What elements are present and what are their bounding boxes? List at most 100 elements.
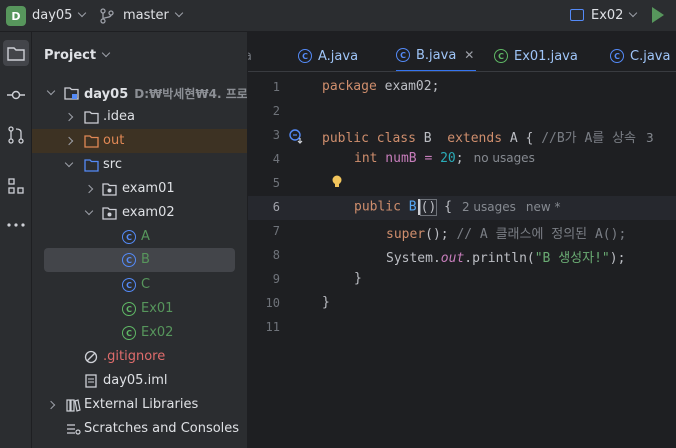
project-panel-header[interactable]: Project [44, 48, 111, 63]
code-line-1: package exam02; [322, 79, 440, 94]
expand-arrow-icon [64, 136, 74, 146]
tab-b-java[interactable]: C B.java ✕ [396, 40, 476, 71]
commit-tool-button[interactable] [3, 82, 29, 108]
line-number: 1 [272, 80, 280, 94]
title-bar: D day05 master Ex02 [0, 0, 676, 32]
tree-item-external-libraries[interactable]: External Libraries [32, 393, 247, 417]
tab-ex01-java[interactable]: C Ex01.java [494, 40, 578, 71]
tab-a-java[interactable]: C A.java [298, 40, 359, 71]
code-line-8: System.out.println("B 생성자!"); [386, 251, 626, 266]
tree-item-label: .idea [103, 109, 135, 124]
line-number: 11 [265, 320, 280, 334]
class-icon: C [298, 49, 312, 63]
commit-icon [7, 90, 25, 100]
tree-item-exam02[interactable]: exam02 [32, 201, 247, 225]
class-icon: C [122, 230, 136, 244]
code-line-6: public B() {2 usages new * [354, 198, 561, 216]
file-icon [85, 374, 97, 388]
runnable-class-icon: C [494, 49, 508, 63]
tree-item-label: B [141, 252, 150, 267]
chevron-down-icon [629, 8, 638, 18]
project-name: day05 [32, 8, 73, 23]
code-editor[interactable]: 1 2 3 4 5 6 7 8 9 10 11 package exam02; … [248, 73, 676, 448]
code-line-3: public class B extends A { //B가 A를 상속 3 [322, 131, 654, 146]
folder-icon [84, 111, 99, 124]
expand-arrow-icon [64, 158, 74, 168]
run-config-icon [570, 9, 584, 21]
tree-item-class-a[interactable]: C A [32, 225, 247, 249]
tree-item-label: out [103, 133, 125, 148]
line-number: 6 [272, 200, 280, 214]
more-tools-button[interactable] [3, 212, 29, 238]
code-line-10: } [322, 295, 330, 310]
run-config-name: Ex02 [591, 8, 624, 23]
class-icon: C [396, 48, 410, 62]
class-icon: C [122, 278, 136, 292]
expand-arrow-icon [64, 112, 74, 122]
branch-name: master [123, 8, 169, 23]
tree-item-out[interactable]: out [32, 129, 247, 153]
ignored-file-icon [84, 350, 98, 364]
pull-requests-tool-button[interactable] [3, 122, 29, 148]
code-line-9: } [354, 271, 362, 286]
line-number: 5 [272, 176, 280, 190]
chevron-down-icon [78, 8, 87, 18]
lightbulb-icon[interactable] [331, 175, 343, 189]
class-icon: C [122, 253, 136, 267]
usages-hint[interactable]: 2 usages [462, 200, 516, 214]
chevron-down-icon [101, 48, 111, 58]
tree-item-exam01[interactable]: exam01 [32, 177, 247, 201]
project-panel: Project day05 D:₩박세현₩4. 프로그 .idea out src… [32, 32, 248, 448]
tree-item-class-ex02[interactable]: C Ex02 [32, 321, 247, 345]
line-number: 9 [272, 272, 280, 286]
line-number: 4 [272, 152, 280, 166]
tab-partial[interactable]: a [248, 40, 252, 71]
tree-item-label: External Libraries [84, 397, 199, 412]
branch-switcher[interactable]: master [123, 8, 184, 23]
tree-item-gitignore[interactable]: .gitignore [32, 345, 247, 369]
tree-item-day05[interactable]: day05 D:₩박세현₩4. 프로그 [32, 81, 247, 105]
folder-icon [7, 47, 25, 61]
tab-label: A.java [318, 48, 359, 64]
usages-hint[interactable]: 3 [646, 131, 654, 145]
author-hint[interactable]: new * [526, 200, 561, 214]
structure-tool-button[interactable] [3, 173, 29, 199]
tab-c-java[interactable]: C C.java [610, 40, 671, 71]
project-switcher[interactable]: day05 [32, 8, 87, 23]
line-number: 3 [272, 128, 280, 142]
tree-item-iml[interactable]: day05.iml [32, 369, 247, 393]
tree-item-src[interactable]: src [32, 153, 247, 177]
line-number: 10 [265, 296, 280, 310]
expand-arrow-icon [46, 86, 56, 96]
tree-item-label: C [141, 277, 151, 292]
code-line-7: super(); // A 클래스에 정의된 A(); [386, 227, 627, 242]
project-badge[interactable]: D [6, 6, 26, 26]
implementation-gutter-icon[interactable] [288, 128, 304, 144]
package-icon [102, 207, 117, 220]
code-line-4: int numB = 20; no usages [354, 151, 535, 166]
usages-hint[interactable]: no usages [474, 151, 535, 165]
run-config-selector[interactable]: Ex02 [591, 8, 638, 23]
editor-tab-bar: a C A.java C B.java ✕ C Ex01.java C C.java [248, 40, 676, 72]
class-icon: C [610, 49, 624, 63]
tree-item-label: Ex01 [141, 301, 174, 316]
tab-label: B.java [416, 47, 457, 63]
expand-arrow-icon [46, 400, 56, 410]
scratches-icon [67, 424, 81, 435]
project-tool-button[interactable] [3, 40, 29, 66]
expand-arrow-icon [84, 184, 94, 194]
tree-item-class-c[interactable]: C C [32, 273, 247, 297]
tree-item-scratches[interactable]: Scratches and Consoles [32, 417, 247, 441]
expand-arrow-icon [84, 206, 94, 216]
tool-window-strip [0, 32, 32, 448]
tree-item-label: day05.iml [103, 373, 168, 388]
library-icon [66, 399, 81, 412]
tree-item-class-ex01[interactable]: C Ex01 [32, 297, 247, 321]
git-branch-icon[interactable] [100, 8, 114, 24]
close-icon[interactable]: ✕ [464, 48, 474, 62]
tree-item-class-b[interactable]: C B [44, 248, 235, 272]
tab-label: C.java [630, 48, 671, 64]
structure-icon [8, 178, 24, 194]
line-number: 7 [272, 224, 280, 238]
tree-item-idea[interactable]: .idea [32, 105, 247, 129]
